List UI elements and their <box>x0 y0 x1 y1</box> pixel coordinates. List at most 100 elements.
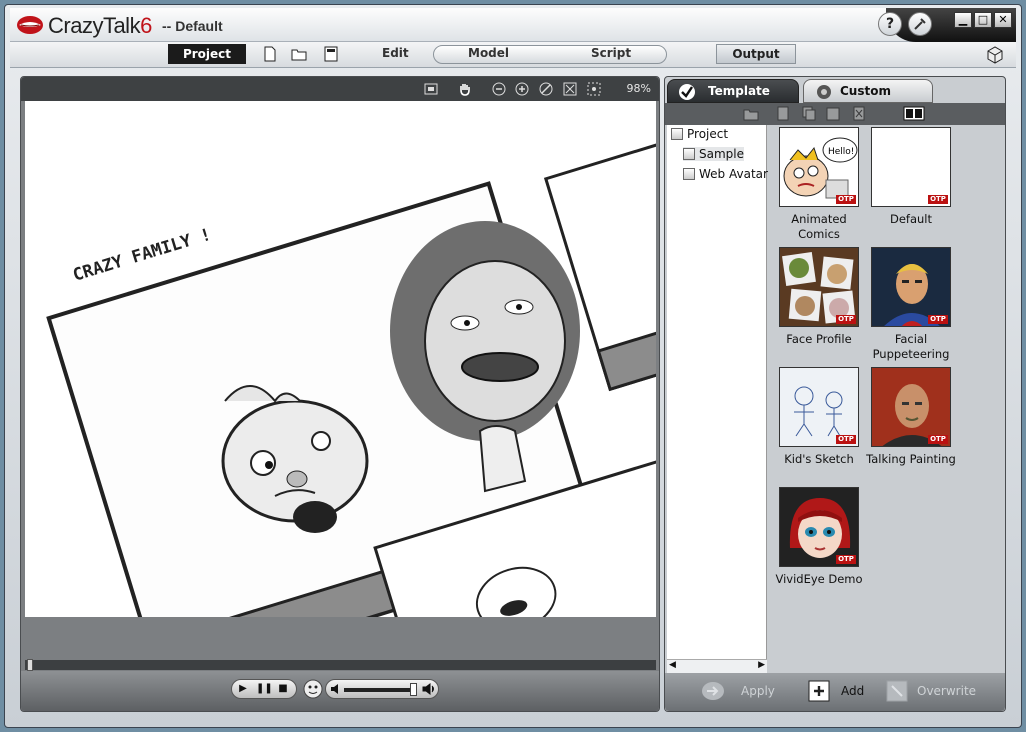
template-label: Kid's Sketch <box>784 452 854 466</box>
minimize-button[interactable]: ▁ <box>954 12 972 28</box>
tools-button[interactable] <box>908 12 932 36</box>
template-label: Default <box>889 212 933 226</box>
fit-view-icon[interactable] <box>423 81 439 97</box>
volume-thumb[interactable] <box>410 683 417 696</box>
pause-icon[interactable]: ❚❚ <box>256 682 273 696</box>
output-tab[interactable]: Output <box>716 44 796 64</box>
scroll-left-icon[interactable]: ◀ <box>669 660 676 670</box>
vivideye-thumb: OTP <box>779 487 859 567</box>
close-button[interactable]: ✕ <box>994 12 1012 28</box>
blank-thumb: OTP <box>871 127 951 207</box>
maximize-button[interactable]: □ <box>974 12 992 28</box>
fullscreen-icon[interactable] <box>562 81 578 97</box>
tab-template[interactable]: Template <box>667 79 799 103</box>
template-label: Facial Puppeteering <box>872 332 950 361</box>
timeline-slider[interactable] <box>25 659 656 671</box>
template-label: VividEye Demo <box>775 572 863 586</box>
app-name: CrazyTalk6 <box>48 13 152 38</box>
save-icon[interactable] <box>322 45 340 63</box>
remove-icon[interactable] <box>851 106 867 121</box>
apply-button[interactable]: Apply <box>701 679 787 703</box>
new-file-icon[interactable] <box>261 45 279 63</box>
tree-horizontal-scrollbar[interactable]: ◀ ▶ <box>667 659 767 673</box>
tree-item-web-avatar[interactable]: Web Avatar <box>683 167 768 181</box>
custom-disc-icon <box>817 85 831 99</box>
edit-tab[interactable]: Edit <box>382 46 409 60</box>
preview-viewer: 98% CRAZY FAMILY ! ▶ ❚❚ ■ <box>20 76 660 712</box>
open-folder-icon[interactable] <box>290 45 308 63</box>
zoom-out-icon[interactable] <box>491 81 507 97</box>
viewer-toolbar: 98% <box>21 77 659 101</box>
add-page-icon <box>808 680 830 702</box>
volume-slider[interactable] <box>325 679 439 699</box>
template-panel: Template Custom Project Sample Web Avata… <box>664 76 1006 712</box>
title-controls-area: ? ▁ □ ✕ <box>878 8 1016 42</box>
zoom-level: 98% <box>626 82 651 95</box>
overwrite-button[interactable]: Overwrite <box>885 679 995 703</box>
stop-icon[interactable]: ■ <box>276 682 290 696</box>
stage-canvas: CRAZY FAMILY ! <box>25 101 656 617</box>
template-grid: Hello! OTP Animated Comics OTP Default O… <box>769 125 1005 673</box>
main-toolbar: Project Edit Model Script Output <box>10 42 1016 68</box>
wrench-icon <box>914 18 926 30</box>
play-icon[interactable]: ▶ <box>236 682 250 696</box>
playback-controls: ▶ ❚❚ ■ <box>21 671 659 711</box>
otp-badge: OTP <box>836 195 856 204</box>
focus-icon[interactable] <box>586 81 602 97</box>
template-item[interactable]: Hello! OTP Animated Comics <box>773 127 865 242</box>
speaker-high-icon <box>422 683 434 695</box>
tab-custom[interactable]: Custom <box>803 79 933 103</box>
superhero-thumb: OTP <box>871 247 951 327</box>
otp-badge: OTP <box>928 435 948 444</box>
cartoon-kid-thumb: Hello! OTP <box>779 127 859 207</box>
template-item[interactable]: OTP Facial Puppeteering <box>865 247 957 362</box>
timeline-thumb[interactable] <box>27 659 33 671</box>
folder-tree: Project Sample Web Avatar ◀ ▶ <box>667 125 768 673</box>
title-bar: CrazyTalk6 -- Default ? ▁ □ ✕ <box>10 8 1016 42</box>
volume-track <box>344 688 414 692</box>
template-label: Animated Comics <box>791 212 847 241</box>
speaker-low-icon <box>331 684 338 694</box>
otp-badge: OTP <box>836 555 856 564</box>
thumbnail-view-icon[interactable] <box>903 106 925 121</box>
tree-item-sample[interactable]: Sample <box>683 147 744 161</box>
scroll-right-icon[interactable]: ▶ <box>758 660 765 670</box>
voice-face-icon[interactable] <box>303 679 323 699</box>
template-label: Talking Painting <box>866 452 956 466</box>
otp-badge: OTP <box>836 435 856 444</box>
library-toolbar <box>665 103 1005 125</box>
paste-icon[interactable] <box>825 106 841 121</box>
template-item[interactable]: OTP Face Profile <box>773 247 865 347</box>
zoom-in-icon[interactable] <box>514 81 530 97</box>
sketch-artwork: CRAZY FAMILY ! <box>46 130 656 617</box>
delete-page-icon[interactable] <box>775 106 791 121</box>
pan-hand-icon[interactable] <box>457 81 473 97</box>
lips-logo-icon <box>17 16 43 34</box>
face-profile-thumb: OTP <box>779 247 859 327</box>
project-button[interactable]: Project <box>168 44 246 64</box>
folder-icon <box>683 168 695 180</box>
reset-zoom-icon[interactable] <box>538 81 554 97</box>
script-tab[interactable]: Script <box>591 46 631 60</box>
add-button[interactable]: Add <box>807 679 877 703</box>
template-item[interactable]: OTP VividEye Demo <box>773 487 865 587</box>
copy-icon[interactable] <box>801 106 817 121</box>
painting-thumb: OTP <box>871 367 951 447</box>
folder-icon <box>671 128 683 140</box>
otp-badge: OTP <box>836 315 856 324</box>
open-folder-icon[interactable] <box>743 106 759 121</box>
model-tab[interactable]: Model <box>468 46 509 60</box>
apply-arrow-icon <box>702 682 724 700</box>
template-item[interactable]: OTP Default <box>865 127 957 227</box>
help-button[interactable]: ? <box>878 12 902 36</box>
dice-icon[interactable] <box>984 44 1006 66</box>
otp-badge: OTP <box>928 315 948 324</box>
panel-action-bar: Apply Add Overwrite <box>665 673 1005 711</box>
template-item[interactable]: OTP Talking Painting <box>865 367 957 467</box>
svg-text:Hello!: Hello! <box>828 147 854 157</box>
folder-icon <box>683 148 695 160</box>
template-item[interactable]: OTP Kid's Sketch <box>773 367 865 467</box>
template-label: Face Profile <box>786 332 852 346</box>
tree-root-project[interactable]: Project <box>671 127 728 141</box>
project-title: -- Default <box>162 18 223 34</box>
